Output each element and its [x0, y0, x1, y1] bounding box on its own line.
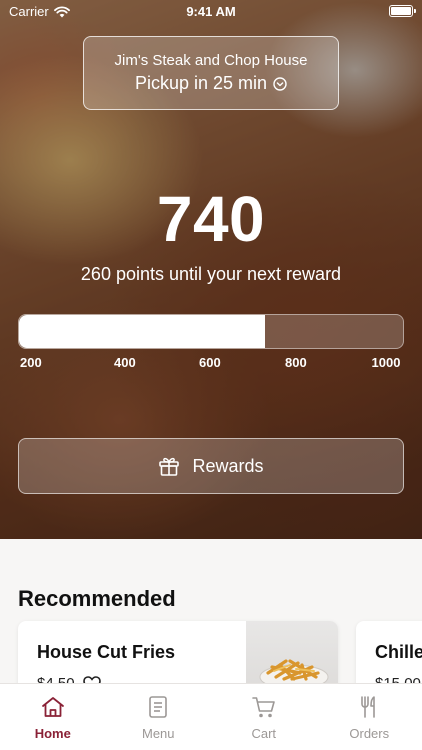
hero-banner: Carrier 9:41 AM Jim's Steak and Chop Hou…	[0, 0, 422, 539]
restaurant-name: Jim's Steak and Chop House	[114, 52, 308, 69]
rewards-button[interactable]: Rewards	[18, 438, 404, 494]
progress-scale-label: 1000	[371, 355, 401, 370]
tab-orders[interactable]: Orders	[317, 684, 422, 750]
location-selector[interactable]: Jim's Steak and Chop House Pickup in 25 …	[83, 36, 339, 110]
battery-icon	[389, 5, 416, 17]
progress-scale-labels: 200 400 600 800 1000	[18, 355, 404, 373]
pickup-time-row: Pickup in 25 min	[84, 73, 338, 94]
points-until-reward: 260 points until your next reward	[80, 264, 342, 284]
utensils-icon	[356, 695, 382, 722]
progress-scale-label: 200	[20, 355, 42, 370]
tab-cart[interactable]: Cart	[211, 684, 317, 750]
pickup-time: Pickup in 25 min	[134, 73, 268, 93]
tab-label: Cart	[251, 726, 277, 741]
progress-scale-label: 400	[114, 355, 136, 370]
tab-home[interactable]: Home	[0, 684, 106, 750]
menu-icon	[145, 695, 171, 722]
gift-icon	[159, 457, 180, 476]
tab-label: Menu	[141, 726, 175, 741]
chevron-down-circle-icon	[273, 76, 287, 91]
item-name: House Cut Fries	[37, 642, 176, 662]
tab-bar: Home Menu Cart Orders	[0, 683, 422, 750]
recommended-title: Recommended	[18, 586, 176, 611]
tab-label: Home	[34, 726, 71, 741]
status-bar: Carrier 9:41 AM	[0, 0, 422, 24]
progress-scale-label: 800	[285, 355, 307, 370]
tab-label: Orders	[349, 726, 390, 741]
home-icon	[40, 695, 66, 722]
rewards-button-label: Rewards	[192, 455, 264, 476]
points-balance: 740	[156, 183, 266, 255]
progress-scale-label: 600	[199, 355, 221, 370]
tab-menu[interactable]: Menu	[106, 684, 212, 750]
cart-icon	[251, 695, 277, 722]
rewards-progress-fill	[19, 315, 265, 348]
rewards-progress-bar	[18, 314, 404, 349]
status-time: 9:41 AM	[186, 4, 236, 19]
item-name: Chilled	[375, 642, 422, 662]
